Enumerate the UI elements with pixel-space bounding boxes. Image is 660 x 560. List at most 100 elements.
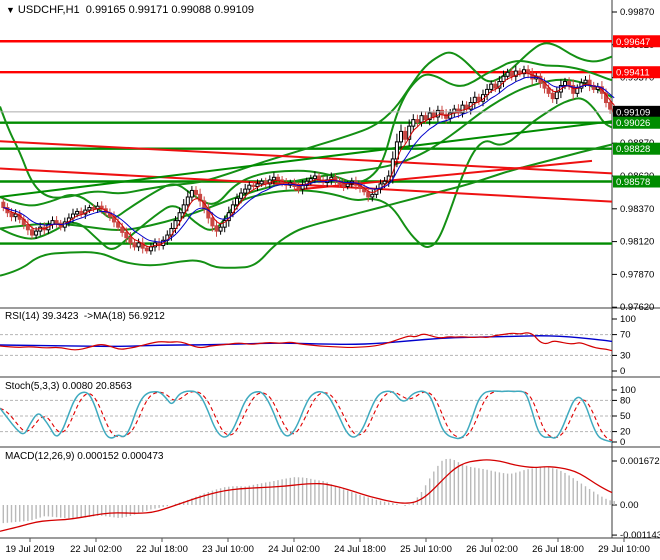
candle-bullish xyxy=(255,183,260,187)
stoch-tick-label: 50 xyxy=(620,411,631,422)
candle-bearish xyxy=(9,212,14,218)
chart-canvas[interactable]: 0.998700.996200.993700.991200.988700.986… xyxy=(0,0,660,560)
candle-bullish xyxy=(312,175,317,180)
candle-bearish xyxy=(509,71,514,77)
stoch-tick-label: 20 xyxy=(620,427,631,438)
candle-bullish xyxy=(148,246,153,252)
candle-bearish xyxy=(251,184,256,187)
candle-bearish xyxy=(476,96,481,102)
candle-bearish xyxy=(128,237,133,244)
candle-bearish xyxy=(517,70,522,75)
macd-tick-label: 0.00 xyxy=(620,500,639,511)
time-axis-label: 25 Jul 10:00 xyxy=(400,544,452,555)
stoch-tick-label: 80 xyxy=(620,395,631,406)
candle-bullish xyxy=(271,176,276,181)
candle-bullish xyxy=(177,212,182,222)
time-axis-label: 22 Jul 02:00 xyxy=(70,544,122,555)
candle-bearish xyxy=(550,92,555,100)
time-axis-label: 19 Jul 2019 xyxy=(5,544,54,555)
candle-bearish xyxy=(440,109,444,115)
candle-bullish xyxy=(399,130,403,143)
candle-bullish xyxy=(34,230,39,236)
chart-title: ▼ USDCHF,H1 0.99165 0.99171 0.99088 0.991… xyxy=(6,4,254,16)
candle-bullish xyxy=(243,188,248,194)
symbol-dropdown-arrow-icon[interactable]: ▼ xyxy=(6,5,15,15)
candle-bearish xyxy=(91,206,96,210)
candle-bearish xyxy=(415,119,420,123)
badge-text: 0.99411 xyxy=(616,68,650,79)
price-tick-label: 0.99870 xyxy=(620,7,654,18)
candle-bearish xyxy=(608,102,613,110)
candle-bearish xyxy=(296,185,301,190)
candle-bearish xyxy=(194,189,198,195)
time-axis-label: 26 Jul 18:00 xyxy=(532,544,584,555)
candle-bullish xyxy=(370,193,375,198)
candle-bullish xyxy=(411,119,416,127)
candle-bullish xyxy=(181,204,186,214)
candle-bearish xyxy=(144,247,149,252)
candle-bearish xyxy=(30,229,34,236)
stoch-tick-label: 100 xyxy=(620,385,636,396)
price-tick-label: 0.97870 xyxy=(620,269,654,280)
candle-bullish xyxy=(505,71,510,77)
rsi-tick-label: 100 xyxy=(620,314,636,325)
candle-bearish xyxy=(341,183,346,187)
candle-bullish xyxy=(583,79,588,84)
badge-text: 0.99647 xyxy=(616,37,650,48)
stoch-tick-label: 0 xyxy=(620,437,625,448)
candle-bearish xyxy=(1,201,6,208)
candle-bearish xyxy=(567,81,572,86)
candle-bearish xyxy=(210,217,215,227)
candle-bullish xyxy=(563,81,567,86)
candle-bearish xyxy=(546,87,551,94)
price-tick-label: 0.98120 xyxy=(620,237,654,248)
time-axis-label: 26 Jul 02:00 xyxy=(466,544,518,555)
candle-bearish xyxy=(423,115,428,121)
rsi-tick-label: 30 xyxy=(620,350,631,361)
badge-text: 0.99109 xyxy=(616,107,650,118)
candle-bullish xyxy=(239,192,244,199)
candle-bearish xyxy=(124,231,129,239)
candle-bearish xyxy=(54,220,59,224)
badge-text: 0.99026 xyxy=(616,118,650,129)
candle-bullish xyxy=(554,91,559,100)
candle-bearish xyxy=(79,210,84,215)
candle-bearish xyxy=(276,176,280,181)
rsi-tick-label: 0 xyxy=(620,366,625,377)
candle-bullish xyxy=(382,180,387,185)
candle-bearish xyxy=(366,191,371,198)
badge-text: 0.98578 xyxy=(616,177,650,188)
candle-bullish xyxy=(13,213,18,218)
candle-bullish xyxy=(247,184,252,190)
rsi-tick-label: 70 xyxy=(620,330,631,341)
macd-indicator-label: MACD(12,26,9) 0.000152 0.000473 xyxy=(5,451,164,462)
candle-bullish xyxy=(345,183,350,187)
candle-bullish xyxy=(189,189,194,198)
candle-bullish xyxy=(235,197,239,206)
macd-tick-label: 0.001672 xyxy=(620,456,660,467)
time-axis-label: 29 Jul 10:00 xyxy=(598,544,650,555)
badge-text: 0.98828 xyxy=(616,144,650,155)
candle-bearish xyxy=(444,113,449,119)
rsi-indicator-label: RSI(14) 39.3423 ->MA(18) 56.9212 xyxy=(5,311,165,322)
candle-bullish xyxy=(419,115,424,123)
time-axis-label: 22 Jul 18:00 xyxy=(136,544,188,555)
candle-bullish xyxy=(489,83,494,90)
candle-bullish xyxy=(218,226,223,232)
candle-bullish xyxy=(87,206,92,211)
candle-bullish xyxy=(136,242,141,248)
candle-bearish xyxy=(132,242,137,248)
time-axis-label: 23 Jul 10:00 xyxy=(202,544,254,555)
stoch-indicator-label: Stoch(5,3,3) 0.0080 20.8563 xyxy=(5,381,132,392)
candle-bullish xyxy=(75,210,80,215)
macd-tick-label: -0.001143 xyxy=(620,530,660,541)
candle-bullish xyxy=(185,196,190,206)
price-tick-label: 0.97620 xyxy=(620,302,654,313)
symbol-ohlc-text: USDCHF,H1 0.99165 0.99171 0.99088 0.9910… xyxy=(17,4,254,16)
candle-bearish xyxy=(403,130,408,140)
candle-bullish xyxy=(472,96,477,104)
trading-chart-window: ▼ USDCHF,H1 0.99165 0.99171 0.99088 0.991… xyxy=(0,0,660,560)
price-tick-label: 0.98370 xyxy=(620,204,654,215)
candle-bearish xyxy=(214,225,219,232)
time-axis-label: 24 Jul 02:00 xyxy=(268,544,320,555)
